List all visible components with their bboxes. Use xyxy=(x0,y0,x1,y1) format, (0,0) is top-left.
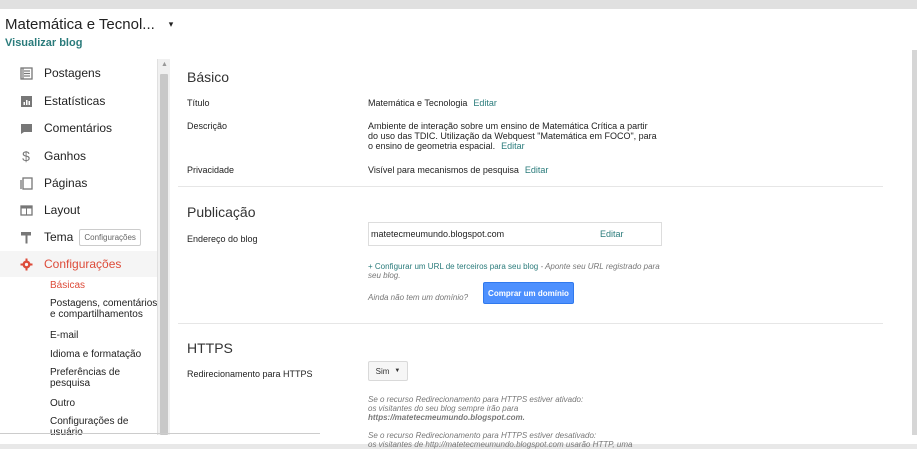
descricao-label: Descrição xyxy=(187,121,228,131)
edit-description-link[interactable]: Editar xyxy=(501,141,525,151)
sidebar-item-label: Tema xyxy=(44,230,74,244)
subnav-idioma[interactable]: Idioma e formatação xyxy=(50,349,158,360)
titulo-label: Título xyxy=(187,98,210,108)
gear-icon xyxy=(19,257,33,271)
edit-privacy-link[interactable]: Editar xyxy=(525,165,549,175)
blog-title: Matemática e Tecnol... xyxy=(5,16,155,33)
tooltip: Configurações xyxy=(79,228,141,246)
sidebar-item-label: Ganhos xyxy=(44,149,87,163)
chevron-down-icon: ▼ xyxy=(394,368,401,374)
sidebar-item-label: Layout xyxy=(44,203,81,217)
sidebar-item-tema[interactable]: Tema Configurações xyxy=(0,224,158,250)
privacy-text: Visível para mecanismos de pesquisa xyxy=(368,165,519,175)
scrollbar-thumb[interactable] xyxy=(160,74,168,435)
https-note-enabled: Se o recurso Redirecionamento para HTTPS… xyxy=(368,395,583,422)
subnav-basicas[interactable]: Básicas xyxy=(50,280,158,291)
note-line: https://matetecmeumundo.blogspot.com. xyxy=(368,413,525,422)
redirect-label: Redirecionamento para HTTPS xyxy=(187,369,313,379)
posts-icon xyxy=(19,66,33,80)
sidebar-item-estatisticas[interactable]: Estatísticas xyxy=(0,88,158,114)
sidebar-item-label: Postagens xyxy=(44,66,101,80)
edit-address-link[interactable]: Editar xyxy=(600,229,624,239)
divider xyxy=(0,433,320,434)
sidebar: Postagens Estatísticas Comentários $ Gan… xyxy=(0,59,158,438)
comments-icon xyxy=(19,121,33,135)
sidebar-scrollbar[interactable]: ▲ xyxy=(157,59,170,435)
subnav-email[interactable]: E-mail xyxy=(50,330,158,341)
privacidade-value: Visível para mecanismos de pesquisa Edita… xyxy=(368,165,548,175)
section-divider xyxy=(178,186,883,187)
subnav-outro[interactable]: Outro xyxy=(50,398,158,409)
section-title-https: HTTPS xyxy=(187,340,233,356)
buy-domain-button[interactable]: Comprar um domínio xyxy=(483,282,574,304)
subnav-preferencias[interactable]: Preferências de pesquisa xyxy=(50,367,158,389)
titulo-value: Matemática e Tecnologia Editar xyxy=(368,98,497,108)
https-redirect-select[interactable]: Sim ▼ xyxy=(368,361,408,381)
view-blog-link[interactable]: Visualizar blog xyxy=(5,37,82,49)
sidebar-item-layout[interactable]: Layout xyxy=(0,197,158,223)
note-line: os visitantes do seu blog sempre irão pa… xyxy=(368,404,519,413)
no-domain-text: Ainda não tem um domínio? xyxy=(368,293,469,302)
blog-address-box: matetecmeumundo.blogspot.com Editar xyxy=(368,222,662,246)
subnav-usuario[interactable]: Configurações de usuário xyxy=(50,416,158,438)
note-line: Se o recurso Redirecionamento para HTTPS… xyxy=(368,431,597,440)
section-title-basico: Básico xyxy=(187,69,230,85)
sidebar-item-label: Estatísticas xyxy=(44,94,106,108)
sidebar-item-postagens[interactable]: Postagens xyxy=(0,60,158,86)
layout-icon xyxy=(19,203,33,217)
sidebar-item-paginas[interactable]: Páginas xyxy=(0,170,158,196)
edit-title-link[interactable]: Editar xyxy=(473,98,497,108)
configure-domain-link[interactable]: + Configurar um URL de terceiros para se… xyxy=(368,262,538,271)
subnav-postagens-comentarios[interactable]: Postagens, comentários e compartilhament… xyxy=(50,298,158,320)
sidebar-item-comentarios[interactable]: Comentários xyxy=(0,115,158,141)
blog-selector[interactable]: Matemática e Tecnol... ▾ xyxy=(5,16,173,33)
stats-icon xyxy=(19,94,33,108)
sidebar-item-label: Configurações xyxy=(44,257,122,271)
https-note-disabled: Se o recurso Redirecionamento para HTTPS… xyxy=(368,431,632,449)
section-title-publicacao: Publicação xyxy=(187,204,256,220)
descricao-value: Ambiente de interação sobre um ensino de… xyxy=(368,121,658,151)
scroll-up-icon[interactable]: ▲ xyxy=(161,61,168,68)
privacidade-label: Privacidade xyxy=(187,165,235,175)
page-scrollbar[interactable] xyxy=(912,50,917,435)
note-line: Se o recurso Redirecionamento para HTTPS… xyxy=(368,395,584,404)
select-value: Sim xyxy=(375,366,390,376)
custom-domain-note: + Configurar um URL de terceiros para se… xyxy=(368,262,668,280)
blog-name: Matemática e Tecnologia xyxy=(368,98,468,108)
blog-url: matetecmeumundo.blogspot.com xyxy=(371,229,505,239)
dollar-icon: $ xyxy=(22,148,30,164)
sidebar-item-configuracoes[interactable]: Configurações xyxy=(0,251,158,277)
sidebar-item-label: Páginas xyxy=(44,176,88,190)
pages-icon xyxy=(19,176,33,190)
sidebar-item-label: Comentários xyxy=(44,121,113,135)
chevron-down-icon[interactable]: ▾ xyxy=(169,19,174,29)
paint-roller-icon xyxy=(19,230,33,244)
note-line: os visitantes de http://matetecmeumundo.… xyxy=(368,440,633,449)
sidebar-item-ganhos[interactable]: $ Ganhos xyxy=(0,143,158,169)
browser-top-strip xyxy=(0,0,917,9)
section-divider xyxy=(178,323,883,324)
endereco-label: Endereço do blog xyxy=(187,234,258,244)
